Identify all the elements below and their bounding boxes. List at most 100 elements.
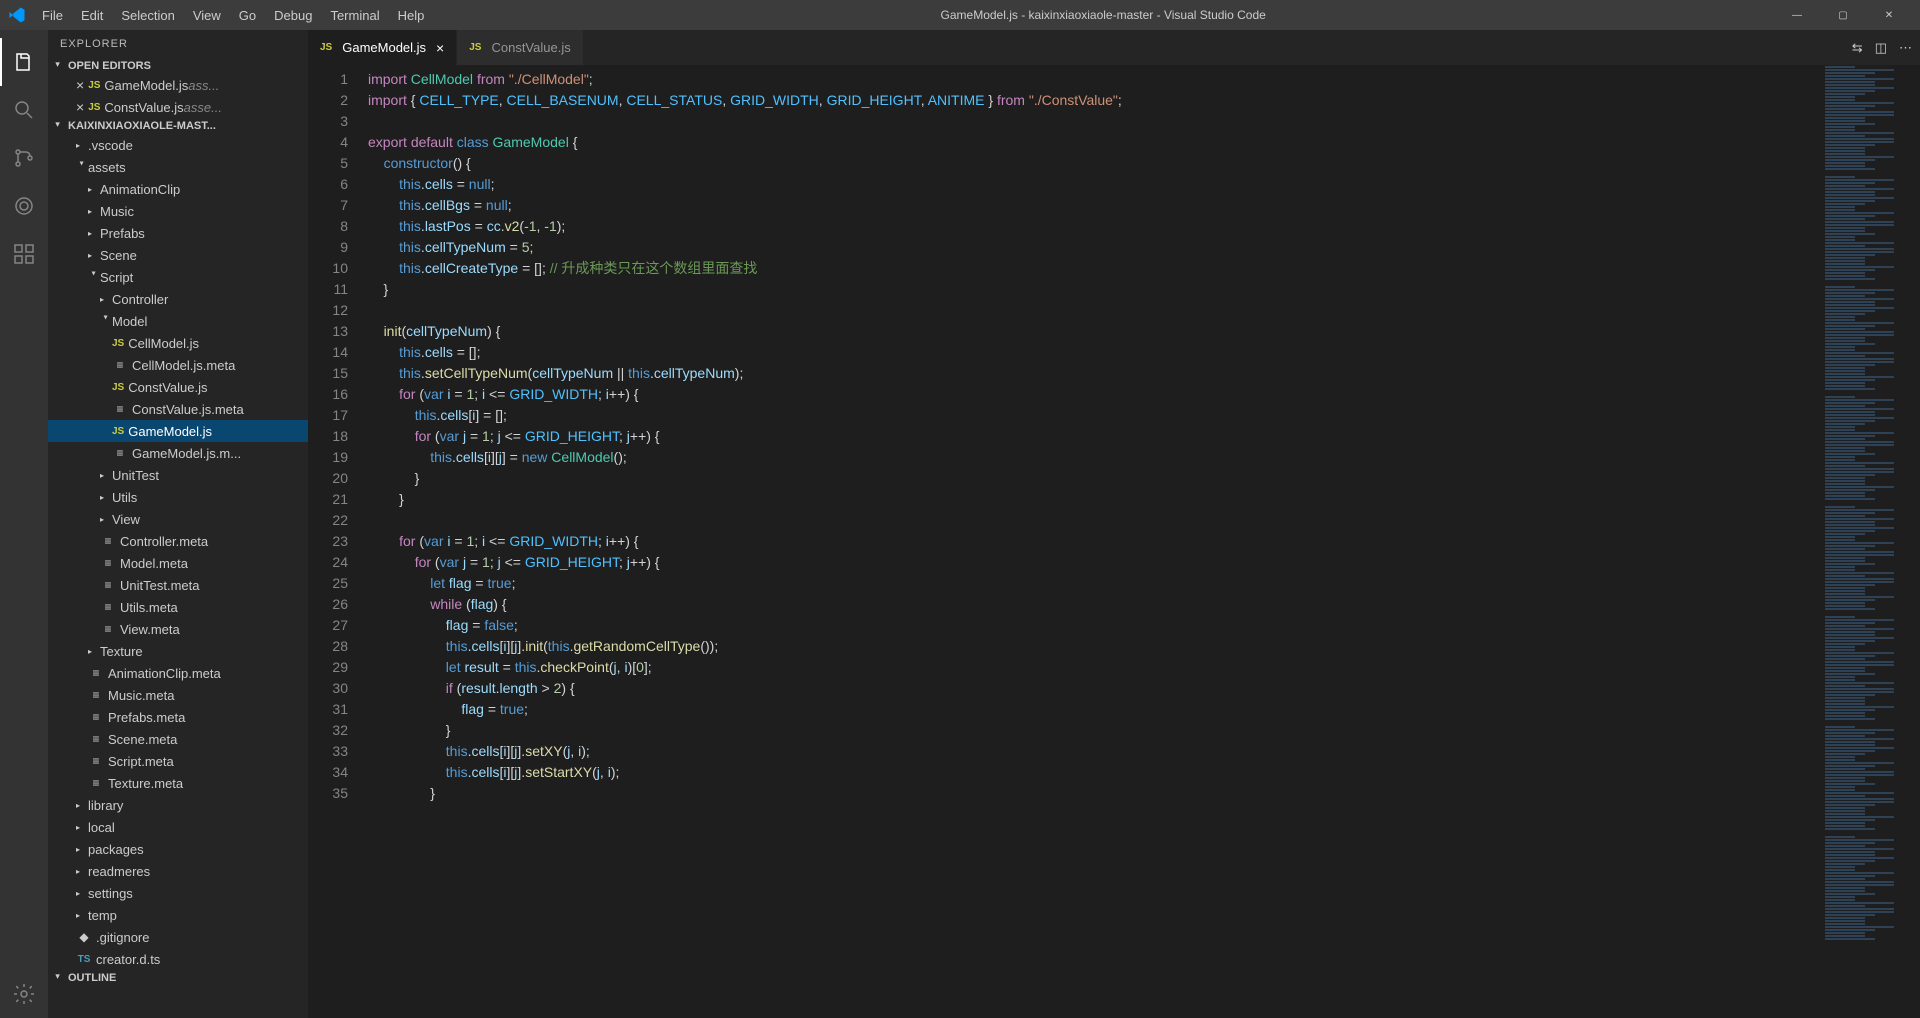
tree-item[interactable]: TScreator.d.ts — [48, 948, 308, 970]
tree-item[interactable]: ≡Model.meta — [48, 552, 308, 574]
debug-icon[interactable] — [0, 182, 48, 230]
tree-item[interactable]: ≡Script.meta — [48, 750, 308, 772]
section-project[interactable]: KAIXINXIAOXIAOLE-MAST... — [48, 118, 308, 134]
tree-item[interactable]: ▸Model — [48, 310, 308, 332]
menu-help[interactable]: Help — [390, 4, 433, 27]
tree-item-label: creator.d.ts — [96, 952, 160, 967]
explorer-icon[interactable] — [0, 38, 48, 86]
file-icon: ≡ — [88, 732, 104, 746]
js-file-icon: JS — [320, 42, 332, 53]
line-numbers: 1234567891011121314151617181920212223242… — [308, 65, 368, 1018]
menu-go[interactable]: Go — [231, 4, 264, 27]
editor-tab[interactable]: JSGameModel.js× — [308, 30, 457, 65]
js-file-icon: JS — [112, 426, 124, 437]
section-open-editors[interactable]: OPEN EDITORS — [48, 58, 308, 74]
tree-item[interactable]: ▸Utils — [48, 486, 308, 508]
sidebar-title: EXPLORER — [48, 30, 308, 58]
tree-item[interactable]: ▸Controller — [48, 288, 308, 310]
tree-item[interactable]: ≡Utils.meta — [48, 596, 308, 618]
tree-item[interactable]: ≡Music.meta — [48, 684, 308, 706]
tree-item[interactable]: ▸local — [48, 816, 308, 838]
settings-gear-icon[interactable] — [0, 970, 48, 1018]
tree-item[interactable]: ▸Script — [48, 266, 308, 288]
tree-item-label: Music — [100, 204, 134, 219]
tree-item-label: Prefabs — [100, 226, 145, 241]
tree-item[interactable]: ▸Scene — [48, 244, 308, 266]
tree-item[interactable]: ≡Scene.meta — [48, 728, 308, 750]
chevron-icon: ▸ — [100, 515, 112, 524]
tree-item[interactable]: ≡AnimationClip.meta — [48, 662, 308, 684]
minimap[interactable] — [1820, 65, 1920, 1018]
tree-item-label: Controller.meta — [120, 534, 208, 549]
close-icon[interactable]: × — [76, 99, 84, 115]
chevron-icon: ▸ — [76, 867, 88, 876]
tree-item[interactable]: ≡Controller.meta — [48, 530, 308, 552]
tree-item[interactable]: ▸library — [48, 794, 308, 816]
menu-debug[interactable]: Debug — [266, 4, 320, 27]
tree-item-label: Script.meta — [108, 754, 174, 769]
tree-item[interactable]: ≡ View.meta — [48, 618, 308, 640]
tree-item[interactable]: ▸readmeres — [48, 860, 308, 882]
code-content[interactable]: import CellModel from "./CellModel";impo… — [368, 65, 1820, 1018]
more-actions-icon[interactable]: ⋯ — [1899, 40, 1912, 56]
file-icon: ≡ — [100, 622, 116, 636]
js-file-icon: JS — [469, 42, 481, 53]
window-minimize-button[interactable]: — — [1774, 0, 1820, 30]
menu-terminal[interactable]: Terminal — [322, 4, 387, 27]
tree-item[interactable]: ≡Texture.meta — [48, 772, 308, 794]
tree-item[interactable]: ▸temp — [48, 904, 308, 926]
tree-item[interactable]: ▸.vscode — [48, 134, 308, 156]
close-icon[interactable]: × — [436, 40, 444, 56]
file-icon: ≡ — [112, 402, 128, 416]
tree-item-label: View.meta — [120, 622, 180, 637]
chevron-icon: ▸ — [88, 251, 100, 260]
tree-item[interactable]: JSConstValue.js — [48, 376, 308, 398]
tree-item[interactable]: ≡ConstValue.js.meta — [48, 398, 308, 420]
menu-edit[interactable]: Edit — [73, 4, 111, 27]
tree-item[interactable]: ▸Music — [48, 200, 308, 222]
tree-item[interactable]: ▸View — [48, 508, 308, 530]
tree-item[interactable]: JSGameModel.js — [48, 420, 308, 442]
tree-item[interactable]: ▸Texture — [48, 640, 308, 662]
compare-icon[interactable]: ⇆ — [1852, 40, 1863, 56]
chevron-icon: ▸ — [76, 889, 88, 898]
file-icon: ≡ — [112, 358, 128, 372]
tree-item[interactable]: ▸Prefabs — [48, 222, 308, 244]
source-control-icon[interactable] — [0, 134, 48, 182]
tree-item[interactable]: ≡Prefabs.meta — [48, 706, 308, 728]
tree-item[interactable]: ≡UnitTest.meta — [48, 574, 308, 596]
tree-item[interactable]: ◆.gitignore — [48, 926, 308, 948]
tree-item[interactable]: ▸assets — [48, 156, 308, 178]
chevron-icon: ▸ — [90, 271, 99, 283]
editor-tabs: JSGameModel.js×JSConstValue.js ⇆ ◫ ⋯ — [308, 30, 1920, 65]
code-editor[interactable]: 1234567891011121314151617181920212223242… — [308, 65, 1920, 1018]
chevron-icon: ▸ — [76, 801, 88, 810]
tree-item-label: .gitignore — [96, 930, 149, 945]
tree-item[interactable]: ▸packages — [48, 838, 308, 860]
menu-bar: FileEditSelectionViewGoDebugTerminalHelp — [34, 4, 432, 27]
tree-item[interactable]: ≡GameModel.js.m... — [48, 442, 308, 464]
file-icon: ≡ — [88, 710, 104, 724]
split-editor-icon[interactable]: ◫ — [1875, 40, 1887, 56]
tree-item-label: readmeres — [88, 864, 150, 879]
editor-tab[interactable]: JSConstValue.js — [457, 30, 583, 65]
menu-selection[interactable]: Selection — [113, 4, 182, 27]
close-icon[interactable]: × — [76, 77, 84, 93]
tree-item[interactable]: ▸AnimationClip — [48, 178, 308, 200]
open-editor-item[interactable]: ×JSGameModel.js ass... — [48, 74, 308, 96]
tree-item-label: Utils — [112, 490, 137, 505]
js-file-icon: JS — [88, 80, 100, 91]
search-icon[interactable] — [0, 86, 48, 134]
tree-item[interactable]: ▸settings — [48, 882, 308, 904]
menu-file[interactable]: File — [34, 4, 71, 27]
tree-item[interactable]: ▸UnitTest — [48, 464, 308, 486]
section-outline[interactable]: OUTLINE — [48, 970, 308, 986]
open-editor-item[interactable]: ×JSConstValue.js asse... — [48, 96, 308, 118]
tree-item[interactable]: ≡CellModel.js.meta — [48, 354, 308, 376]
tree-item[interactable]: JSCellModel.js — [48, 332, 308, 354]
window-controls: —▢✕ — [1774, 0, 1912, 30]
menu-view[interactable]: View — [185, 4, 229, 27]
extensions-icon[interactable] — [0, 230, 48, 278]
window-close-button[interactable]: ✕ — [1866, 0, 1912, 30]
window-maximize-button[interactable]: ▢ — [1820, 0, 1866, 30]
